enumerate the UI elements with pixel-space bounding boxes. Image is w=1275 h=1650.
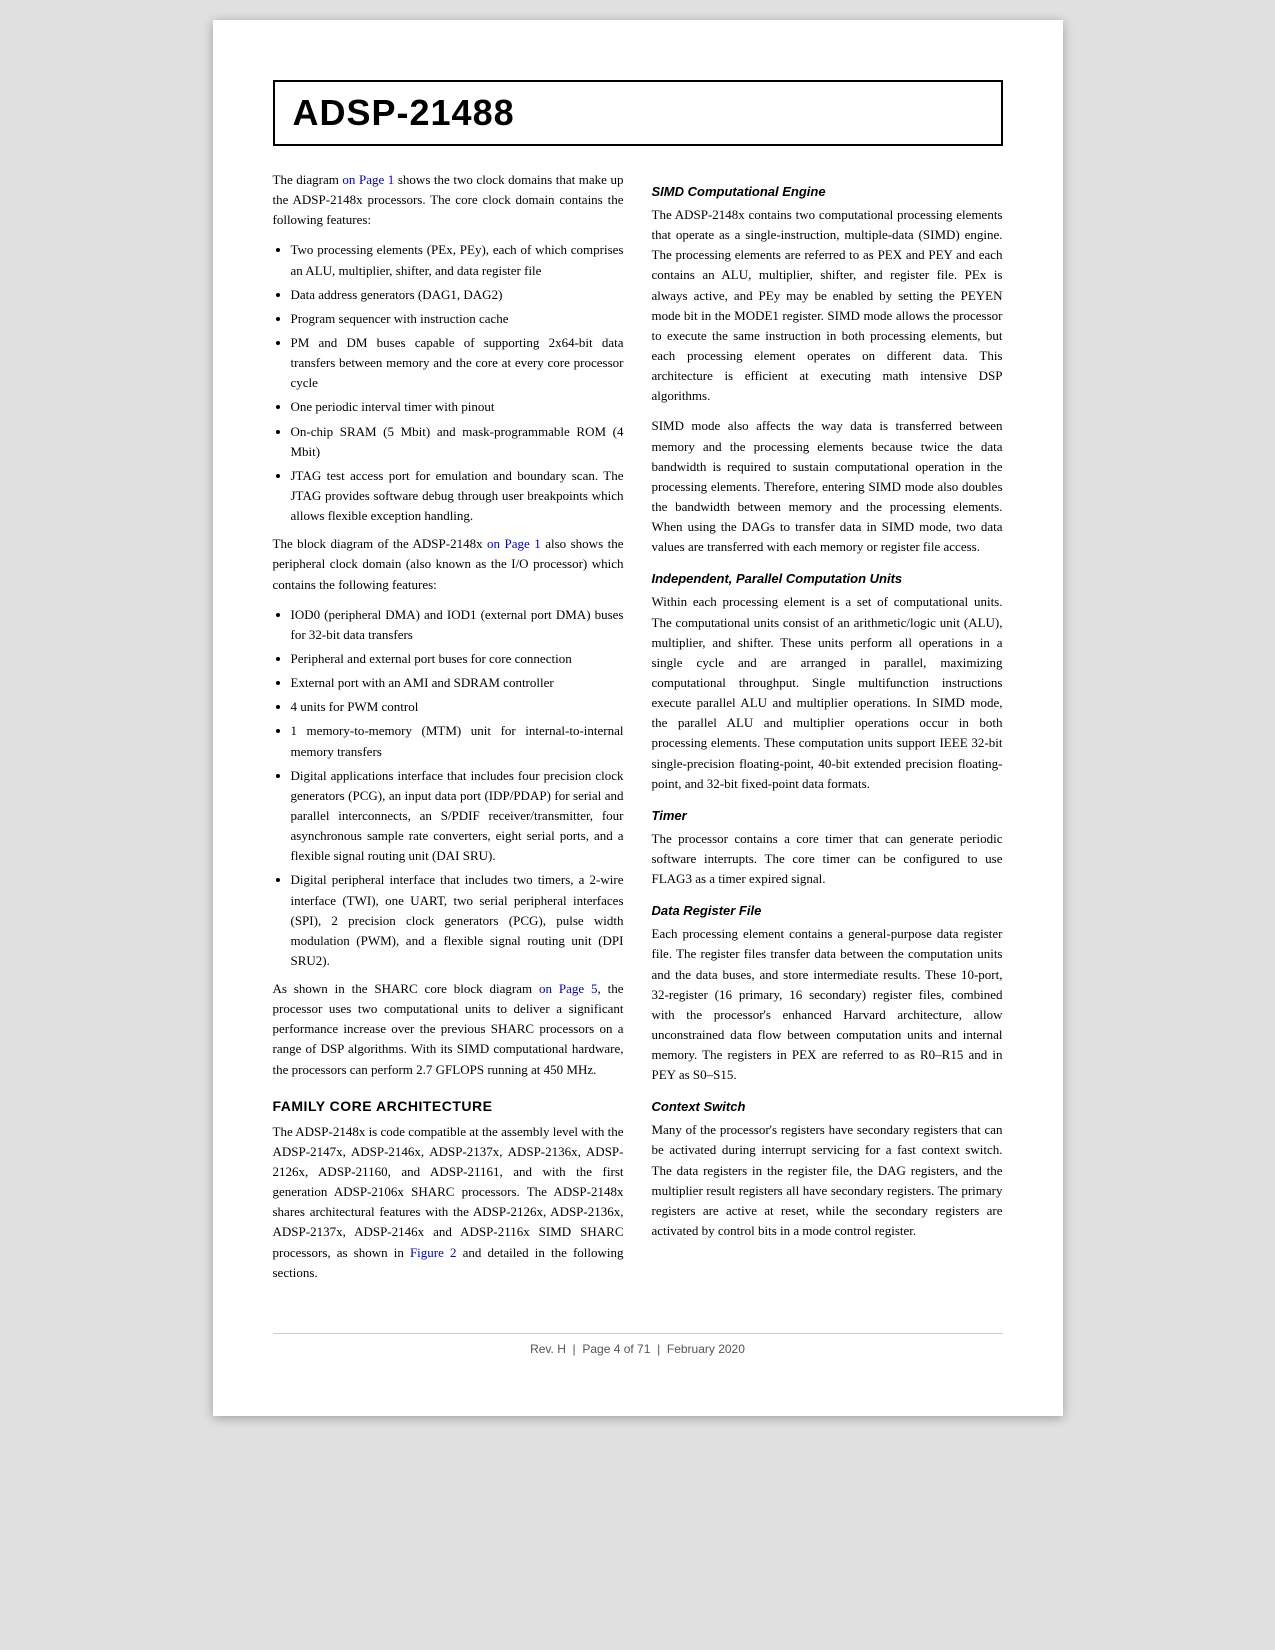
left-column: The diagram on Page 1 shows the two cloc… (273, 170, 624, 1293)
subsection-simd-para1: The ADSP-2148x contains two computationa… (652, 205, 1003, 406)
bullet-2-3: External port with an AMI and SDRAM cont… (291, 673, 624, 693)
subsection-parallel-para: Within each processing element is a set … (652, 592, 1003, 793)
on-page5-link[interactable]: on Page 5 (539, 981, 598, 996)
header-box: ADSP-21488 (273, 80, 1003, 146)
footer: Rev. H | Page 4 of 71 | February 2020 (273, 1333, 1003, 1356)
intro-para1: The diagram on Page 1 shows the two cloc… (273, 170, 624, 230)
subsection-timer-heading: Timer (652, 808, 1003, 823)
bullet-2-2: Peripheral and external port buses for c… (291, 649, 624, 669)
bullet-1-7: JTAG test access port for emulation and … (291, 466, 624, 526)
bullet-1-3: Program sequencer with instruction cache (291, 309, 624, 329)
subsection-simd-heading: SIMD Computational Engine (652, 184, 1003, 199)
two-column-layout: The diagram on Page 1 shows the two cloc… (273, 170, 1003, 1293)
subsection-contextswitch-para: Many of the processor's registers have s… (652, 1120, 1003, 1241)
bullet-1-2: Data address generators (DAG1, DAG2) (291, 285, 624, 305)
bullets-list-2: IOD0 (peripheral DMA) and IOD1 (external… (291, 605, 624, 971)
footer-date: February 2020 (667, 1342, 745, 1356)
footer-revision: Rev. H (530, 1342, 566, 1356)
bullet-2-1: IOD0 (peripheral DMA) and IOD1 (external… (291, 605, 624, 645)
bullet-1-4: PM and DM buses capable of supporting 2x… (291, 333, 624, 393)
subsection-contextswitch-heading: Context Switch (652, 1099, 1003, 1114)
figure2-link[interactable]: Figure 2 (410, 1245, 457, 1260)
subsection-timer-para: The processor contains a core timer that… (652, 829, 1003, 889)
on-page1-link2[interactable]: on Page 1 (487, 536, 541, 551)
bullet-1-1: Two processing elements (PEx, PEy), each… (291, 240, 624, 280)
subsection-dataregfile-heading: Data Register File (652, 903, 1003, 918)
footer-page-info: Page 4 of 71 (582, 1342, 650, 1356)
section1-para: The ADSP-2148x is code compatible at the… (273, 1122, 624, 1283)
subsection-simd-para2: SIMD mode also affects the way data is t… (652, 416, 1003, 557)
on-page1-link[interactable]: on Page 1 (342, 172, 394, 187)
bullet-2-7: Digital peripheral interface that includ… (291, 870, 624, 971)
intro-para3: As shown in the SHARC core block diagram… (273, 979, 624, 1080)
page: ADSP-21488 The diagram on Page 1 shows t… (213, 20, 1063, 1416)
bullet-2-5: 1 memory-to-memory (MTM) unit for intern… (291, 721, 624, 761)
bullets-list-1: Two processing elements (PEx, PEy), each… (291, 240, 624, 526)
page-title: ADSP-21488 (293, 92, 515, 133)
subsection-parallel-heading: Independent, Parallel Computation Units (652, 571, 1003, 586)
bullet-1-6: On-chip SRAM (5 Mbit) and mask-programma… (291, 422, 624, 462)
bullet-1-5: One periodic interval timer with pinout (291, 397, 624, 417)
bullet-2-4: 4 units for PWM control (291, 697, 624, 717)
bullet-2-6: Digital applications interface that incl… (291, 766, 624, 867)
intro-para2: The block diagram of the ADSP-2148x on P… (273, 534, 624, 594)
right-column: SIMD Computational Engine The ADSP-2148x… (652, 170, 1003, 1293)
section-family-core: FAMILY CORE ARCHITECTURE (273, 1098, 624, 1114)
subsection-dataregfile-para: Each processing element contains a gener… (652, 924, 1003, 1085)
